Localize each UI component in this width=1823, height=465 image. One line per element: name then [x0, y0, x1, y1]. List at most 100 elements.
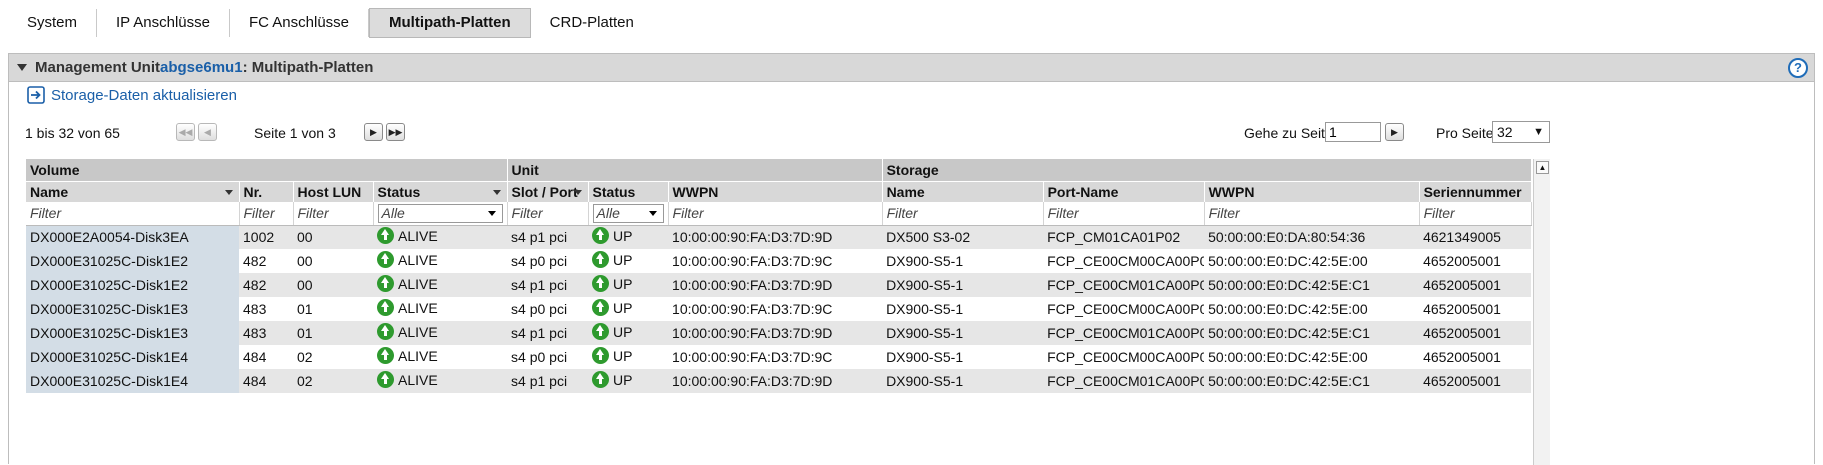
- col-storage-name[interactable]: Name: [882, 180, 1044, 202]
- table-row[interactable]: DX000E31025C-Disk1E3 483 01 ALIVE s4 p0 pci U…: [26, 297, 1532, 321]
- cell-volume-status: ALIVE: [373, 297, 508, 321]
- filter-host-lun[interactable]: Filter: [293, 202, 374, 226]
- cell-slot-port: s4 p1 pci: [507, 321, 589, 345]
- status-text: ALIVE: [398, 227, 438, 244]
- table-row[interactable]: DX000E2A0054-Disk3EA 1002 00 ALIVE s4 p1 pci…: [26, 225, 1532, 249]
- cell-storage-wwpn: 50:00:00:E0:DC:42:5E:C1: [1204, 273, 1420, 297]
- goto-page-label: Gehe zu Seite: [1244, 125, 1333, 141]
- filter-serial[interactable]: Filter: [1419, 202, 1532, 226]
- cell-volume-status: ALIVE: [373, 321, 508, 345]
- status-text: ALIVE: [398, 275, 438, 292]
- status-badge: ALIVE: [377, 299, 438, 316]
- up-arrow-icon: [377, 371, 394, 388]
- cell-unit-status: UP: [588, 369, 669, 393]
- per-page-select[interactable]: 32 ▼: [1492, 121, 1550, 143]
- collapse-arrow-icon[interactable]: [17, 64, 27, 71]
- scroll-up-icon[interactable]: ▲: [1536, 161, 1549, 174]
- col-host-lun[interactable]: Host LUN: [293, 180, 374, 202]
- cell-serial: 4652005001: [1419, 345, 1532, 369]
- filter-storage-wwpn[interactable]: Filter: [1204, 202, 1420, 226]
- cell-serial: 4652005001: [1419, 249, 1532, 273]
- cell-nr: 483: [239, 297, 293, 321]
- filter-volume-status-cell: Alle: [373, 202, 508, 226]
- filter-unit-status-cell: Alle: [588, 202, 669, 226]
- filter-unit-status-select[interactable]: Alle: [592, 203, 664, 223]
- table-row[interactable]: DX000E31025C-Disk1E2 482 00 ALIVE s4 p0 pci U…: [26, 249, 1532, 273]
- col-volume-status[interactable]: Status: [373, 180, 508, 202]
- col-storage-wwpn[interactable]: WWPN: [1204, 180, 1420, 202]
- panel-title-prefix: Management Unit: [35, 59, 161, 76]
- cell-nr: 482: [239, 273, 293, 297]
- table-row[interactable]: DX000E31025C-Disk1E3 483 01 ALIVE s4 p1 pci U…: [26, 321, 1532, 345]
- status-badge: ALIVE: [377, 251, 438, 268]
- cell-port-name: FCP_CM01CA01P02: [1043, 225, 1205, 249]
- cell-storage-name: DX900-S5-1: [882, 345, 1044, 369]
- filter-slot-port[interactable]: Filter: [507, 202, 589, 226]
- status-text: ALIVE: [398, 323, 438, 340]
- cell-unit-wwpn: 10:00:00:90:FA:D3:7D:9D: [668, 369, 883, 393]
- sort-down-icon: [492, 189, 501, 195]
- filter-unit-wwpn[interactable]: Filter: [668, 202, 883, 226]
- cell-serial: 4652005001: [1419, 369, 1532, 393]
- cell-storage-wwpn: 50:00:00:E0:DC:42:5E:00: [1204, 345, 1420, 369]
- table-body: DX000E2A0054-Disk3EA 1002 00 ALIVE s4 p1 pci…: [26, 225, 1532, 393]
- tab-fc-anschluesse[interactable]: FC Anschlüsse: [230, 9, 370, 37]
- prev-page-button[interactable]: ◀: [198, 123, 217, 141]
- status-badge: UP: [592, 323, 632, 340]
- up-arrow-icon: [377, 323, 394, 340]
- filter-nr[interactable]: Filter: [239, 202, 294, 226]
- up-arrow-icon: [377, 275, 394, 292]
- filter-volume-name[interactable]: Filter: [26, 202, 240, 226]
- table-row[interactable]: DX000E31025C-Disk1E2 482 00 ALIVE s4 p1 pci U…: [26, 273, 1532, 297]
- dropdown-arrow-icon: [648, 210, 657, 216]
- col-serial[interactable]: Seriennummer: [1419, 180, 1532, 202]
- cell-volume-name: DX000E2A0054-Disk3EA: [26, 225, 239, 249]
- filter-port-name[interactable]: Filter: [1043, 202, 1205, 226]
- cell-host-lun: 00: [293, 273, 373, 297]
- last-page-button[interactable]: ▶▶: [386, 123, 405, 141]
- col-unit-status[interactable]: Status: [588, 180, 669, 202]
- col-unit-wwpn[interactable]: WWPN: [668, 180, 883, 202]
- status-badge: UP: [592, 227, 633, 245]
- first-page-button[interactable]: ◀◀: [176, 123, 195, 141]
- col-nr[interactable]: Nr.: [239, 180, 294, 202]
- disk-table: Volume Unit Storage Name Nr. Host LUN St…: [26, 159, 1532, 393]
- cell-volume-name: DX000E31025C-Disk1E3: [26, 297, 239, 321]
- vertical-scrollbar[interactable]: ▲: [1533, 159, 1550, 465]
- goto-page-button[interactable]: ▶: [1385, 123, 1404, 141]
- cell-storage-name: DX900-S5-1: [882, 297, 1044, 321]
- panel-header: Management Unit abgse6mu1 : Multipath-Pl…: [9, 54, 1814, 82]
- col-slot-port[interactable]: Slot / Port: [507, 180, 589, 202]
- refresh-storage-link[interactable]: Storage-Daten aktualisieren: [27, 86, 237, 104]
- help-icon[interactable]: ?: [1788, 58, 1808, 78]
- cell-serial: 4621349005: [1419, 225, 1532, 249]
- tab-crd-platten[interactable]: CRD-Platten: [531, 9, 653, 37]
- next-page-button[interactable]: ▶: [364, 123, 383, 141]
- col-label: Slot / Port: [511, 183, 578, 200]
- status-badge: UP: [592, 371, 632, 388]
- cell-slot-port: s4 p1 pci: [507, 273, 589, 297]
- cell-volume-name: DX000E31025C-Disk1E3: [26, 321, 239, 345]
- filter-storage-name[interactable]: Filter: [882, 202, 1044, 226]
- up-arrow-icon: [592, 323, 610, 340]
- filter-volume-status-select[interactable]: Alle: [377, 203, 503, 223]
- cell-port-name: FCP_CE00CM01CA00P01: [1043, 369, 1205, 393]
- cell-slot-port: s4 p0 pci: [507, 297, 589, 321]
- tab-multipath-platten[interactable]: Multipath-Platten: [369, 8, 531, 38]
- status-text: UP: [613, 275, 633, 292]
- filter-row: Filter Filter Filter Alle Filter Alle Fi…: [26, 202, 1532, 226]
- status-text: UP: [613, 227, 633, 244]
- col-label: Name: [30, 183, 69, 200]
- up-arrow-icon: [592, 227, 610, 245]
- cell-unit-wwpn: 10:00:00:90:FA:D3:7D:9D: [668, 225, 883, 249]
- tab-system[interactable]: System: [8, 9, 98, 37]
- goto-page-input[interactable]: [1325, 122, 1381, 142]
- table-row[interactable]: DX000E31025C-Disk1E4 484 02 ALIVE s4 p1 pci U…: [26, 369, 1532, 393]
- status-badge: ALIVE: [377, 371, 438, 388]
- status-badge: UP: [592, 347, 632, 364]
- tab-ip-anschluesse[interactable]: IP Anschlüsse: [97, 9, 230, 37]
- col-volume-name[interactable]: Name: [26, 180, 240, 202]
- group-volume: Volume: [26, 159, 508, 181]
- table-row[interactable]: DX000E31025C-Disk1E4 484 02 ALIVE s4 p0 pci U…: [26, 345, 1532, 369]
- col-port-name[interactable]: Port-Name: [1043, 180, 1205, 202]
